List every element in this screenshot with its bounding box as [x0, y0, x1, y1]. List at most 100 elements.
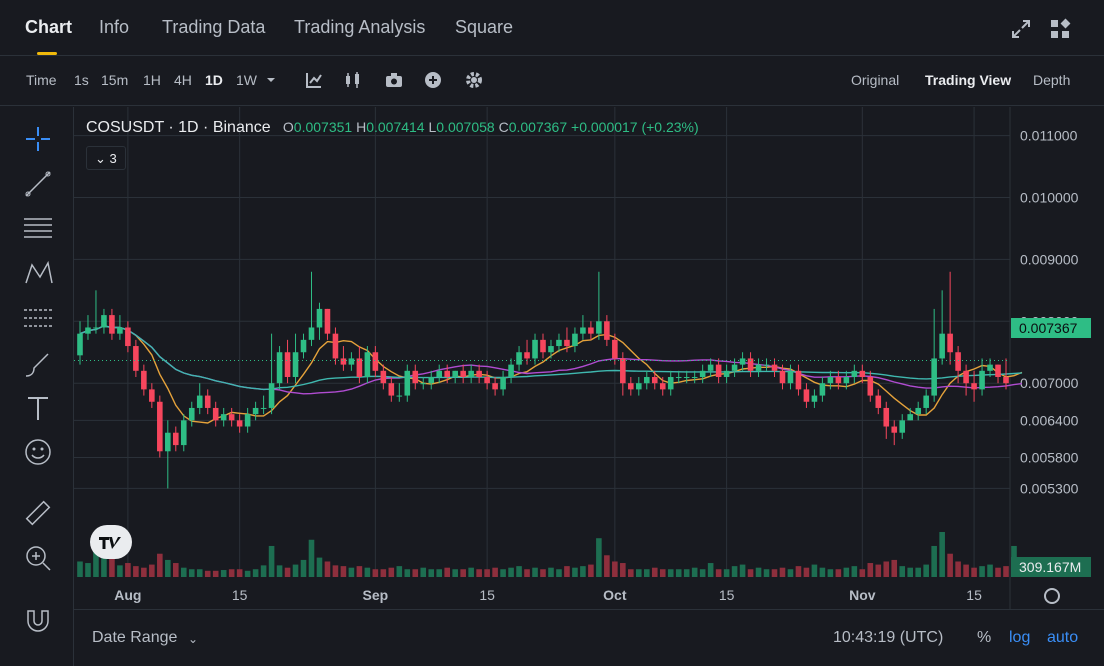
candle-body: [300, 339, 307, 353]
interval-1h[interactable]: 1H: [143, 72, 161, 88]
candle-body: [588, 327, 594, 334]
fib-icon[interactable]: [22, 302, 54, 334]
emoji-icon[interactable]: [22, 436, 54, 468]
text-icon[interactable]: [22, 392, 54, 424]
zoom-in-icon[interactable]: [22, 542, 54, 574]
time-tick-label: Nov: [849, 587, 876, 603]
candle-body: [891, 426, 898, 433]
candle-body: [149, 389, 155, 402]
candle-body: [157, 401, 163, 452]
candle-body: [987, 364, 993, 371]
candle-body: [723, 370, 730, 377]
volume-bar: [396, 566, 403, 577]
volume-bar: [380, 569, 387, 577]
volume-bar: [284, 567, 291, 577]
brush-icon[interactable]: [22, 348, 54, 380]
magnet-icon[interactable]: [22, 603, 54, 635]
horizontal-lines-icon[interactable]: [22, 213, 54, 245]
open-label: O: [282, 119, 294, 135]
volume-bar: [452, 569, 458, 577]
percent-toggle[interactable]: %: [977, 629, 991, 647]
tab-trading-analysis[interactable]: Trading Analysis: [294, 17, 425, 38]
candle-body: [731, 364, 738, 371]
volume-bar: [468, 567, 474, 577]
volume-bar: [460, 569, 466, 577]
utc-clock[interactable]: 10:43:19 (UTC): [833, 629, 943, 647]
interval-4h[interactable]: 4H: [174, 72, 192, 88]
candle-body: [651, 377, 658, 384]
volume-bar: [300, 559, 307, 577]
candle-body: [715, 364, 722, 377]
chart-area[interactable]: 0.0110000.0100000.0090000.0080000.007000…: [74, 107, 1104, 609]
view-trading-view[interactable]: Trading View: [925, 72, 1011, 88]
volume-bar: [899, 566, 906, 577]
volume-bar: [747, 569, 754, 577]
volume-bar: [268, 545, 275, 577]
volume-bar: [125, 563, 131, 577]
trend-line-icon[interactable]: [22, 168, 54, 200]
ruler-icon[interactable]: [22, 497, 54, 529]
volume-bar: [524, 569, 530, 577]
top-nav: Chart Info Trading Data Trading Analysis…: [0, 0, 1104, 56]
volume-bar: [149, 564, 155, 577]
candle-body: [763, 364, 770, 366]
crosshair-icon[interactable]: [22, 123, 54, 155]
camera-icon[interactable]: [384, 70, 404, 90]
view-depth[interactable]: Depth: [1033, 72, 1070, 88]
symbol-name[interactable]: COSUSDT · 1D · Binance: [86, 119, 271, 136]
layout-grid-icon[interactable]: [1049, 18, 1071, 40]
volume-bar: [667, 569, 674, 577]
settings-icon[interactable]: [464, 70, 484, 90]
indicators-icon[interactable]: [304, 70, 324, 90]
candle-body: [883, 407, 890, 427]
tab-chart[interactable]: Chart: [25, 17, 72, 38]
candle-body: [364, 352, 371, 377]
indicator-toggle[interactable]: ⌄ 3: [86, 146, 126, 170]
candle-body: [508, 364, 514, 377]
interval-1d[interactable]: 1D: [205, 72, 223, 88]
volume-bar: [117, 565, 123, 577]
tab-trading-data[interactable]: Trading Data: [162, 17, 265, 38]
view-original[interactable]: Original: [851, 72, 899, 88]
candle-body: [308, 327, 315, 340]
interval-1w[interactable]: 1W: [236, 72, 257, 88]
pattern-icon[interactable]: [22, 257, 54, 289]
candle-body: [356, 358, 363, 377]
volume-bar: [324, 561, 331, 577]
tab-info[interactable]: Info: [99, 17, 129, 38]
candle-body: [141, 370, 147, 390]
chevron-down-icon[interactable]: [264, 73, 278, 87]
candle-body: [971, 383, 977, 390]
date-range-button[interactable]: Date Range: [92, 629, 177, 647]
price-tick-label: 0.011000: [1020, 128, 1078, 144]
candle-type-icon[interactable]: [343, 70, 363, 90]
volume-bar: [1003, 566, 1009, 577]
close-value: 0.007367: [508, 119, 568, 135]
volume-bar: [723, 569, 730, 577]
log-toggle[interactable]: log: [1009, 629, 1030, 647]
candle-body: [244, 414, 251, 427]
interval-1s[interactable]: 1s: [74, 72, 89, 88]
price-tick-label: 0.009000: [1020, 251, 1079, 267]
volume-bar: [819, 567, 826, 577]
volume-bar: [691, 567, 698, 577]
candle-body: [739, 358, 746, 365]
expand-icon[interactable]: [1010, 18, 1032, 40]
tab-square[interactable]: Square: [455, 17, 513, 38]
chevron-down-icon[interactable]: ⌄: [188, 632, 198, 646]
volume-bar: [963, 564, 969, 577]
auto-toggle[interactable]: auto: [1047, 629, 1078, 647]
candle-body: [268, 383, 275, 408]
volume-bar: [236, 569, 243, 577]
volume-bar: [188, 569, 195, 577]
interval-15m[interactable]: 15m: [101, 72, 128, 88]
candle-body: [556, 339, 562, 347]
price-chart[interactable]: 0.0110000.0100000.0090000.0080000.007000…: [74, 107, 1104, 609]
volume-bar: [795, 566, 802, 577]
add-icon[interactable]: [423, 70, 443, 90]
candle-body: [212, 407, 219, 421]
volume-bar: [109, 557, 115, 577]
candle-body: [620, 358, 626, 384]
volume-bar: [500, 569, 506, 577]
interval-label: Time: [26, 72, 57, 88]
